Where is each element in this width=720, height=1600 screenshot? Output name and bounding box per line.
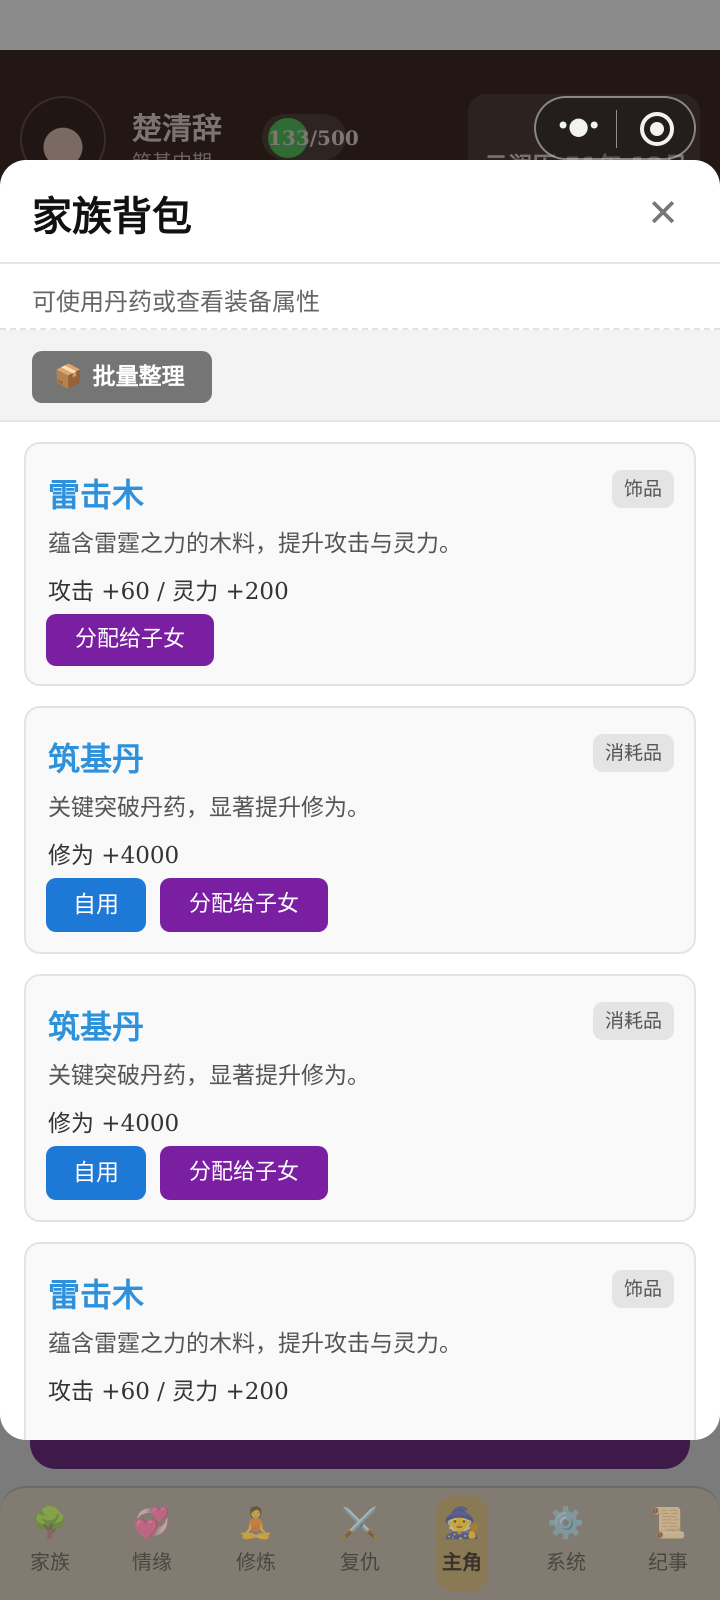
assign-to-child-button[interactable]: 分配给子女 bbox=[160, 878, 328, 932]
box-icon: 📦 bbox=[54, 364, 83, 390]
hp-value: 133/500 bbox=[268, 126, 359, 150]
item-name: 筑基丹 bbox=[48, 740, 145, 778]
status-bar-area bbox=[0, 0, 720, 50]
close-program-icon[interactable] bbox=[640, 112, 674, 146]
use-self-button[interactable]: 自用 bbox=[46, 878, 146, 932]
item-description: 蕴含雷霆之力的木料，提升攻击与灵力。 bbox=[48, 1331, 462, 1357]
tree-icon: 🌳 bbox=[31, 1506, 69, 1541]
tab-label: 主角 bbox=[442, 1550, 482, 1574]
meditate-icon: 🧘 bbox=[237, 1506, 275, 1541]
tab-revenge[interactable]: ⚔️ 复仇 bbox=[320, 1506, 400, 1575]
assign-to-child-button[interactable]: 分配给子女 bbox=[46, 614, 214, 666]
item-type-badge: 消耗品 bbox=[592, 1002, 674, 1040]
item-name: 筑基丹 bbox=[48, 1008, 145, 1046]
item-stats: 攻击 +60 / 灵力 +200 bbox=[48, 1379, 289, 1405]
description-text: 可使用丹药或查看装备属性 bbox=[32, 288, 320, 316]
swords-icon: ⚔️ bbox=[341, 1506, 379, 1541]
item-stats: 修为 +4000 bbox=[48, 1111, 180, 1137]
hearts-icon: 💞 bbox=[133, 1506, 171, 1541]
batch-organize-button[interactable]: 📦 批量整理 bbox=[32, 351, 212, 403]
item-type-badge: 饰品 bbox=[611, 470, 674, 508]
tab-family[interactable]: 🌳 家族 bbox=[10, 1506, 90, 1575]
tab-label: 系统 bbox=[546, 1550, 586, 1574]
item-description: 蕴含雷霆之力的木料，提升攻击与灵力。 bbox=[48, 531, 462, 557]
item-name: 雷击木 bbox=[48, 1276, 145, 1314]
more-icon[interactable]: •●• bbox=[556, 112, 601, 140]
close-icon[interactable]: ✕ bbox=[638, 188, 688, 238]
use-self-button[interactable]: 自用 bbox=[46, 1146, 146, 1200]
item-description: 关键突破丹药，显著提升修为。 bbox=[48, 795, 370, 821]
capsule-divider bbox=[616, 110, 617, 148]
batch-organize-label: 批量整理 bbox=[92, 364, 185, 390]
tab-label: 情缘 bbox=[132, 1550, 172, 1574]
modal-description: 可使用丹药或查看装备属性 bbox=[0, 264, 720, 330]
tab-protagonist[interactable]: 🧙 主角 bbox=[436, 1496, 488, 1592]
wizard-icon: 🧙 bbox=[443, 1506, 481, 1541]
tab-label: 复仇 bbox=[340, 1550, 380, 1574]
item-description: 关键突破丹药，显著提升修为。 bbox=[48, 1063, 370, 1089]
inventory-item: 筑基丹 消耗品 关键突破丹药，显著提升修为。 修为 +4000 自用 分配给子女 bbox=[24, 706, 696, 954]
tab-label: 家族 bbox=[30, 1550, 70, 1574]
assign-to-child-button[interactable]: 分配给子女 bbox=[160, 1146, 328, 1200]
item-type-badge: 消耗品 bbox=[592, 734, 674, 772]
tab-label: 修炼 bbox=[236, 1550, 276, 1574]
gear-icon: ⚙️ bbox=[547, 1506, 585, 1541]
item-type-badge: 饰品 bbox=[611, 1270, 674, 1308]
modal-header: 家族背包 ✕ bbox=[0, 160, 720, 264]
tab-romance[interactable]: 💞 情缘 bbox=[112, 1506, 192, 1575]
character-name: 楚清辞 bbox=[132, 112, 222, 147]
tab-chronicle[interactable]: 📜 纪事 bbox=[628, 1506, 708, 1575]
tab-cultivate[interactable]: 🧘 修炼 bbox=[216, 1506, 296, 1575]
mini-program-capsule[interactable]: •●• bbox=[534, 96, 696, 160]
modal-toolbar: 📦 批量整理 bbox=[0, 330, 720, 422]
family-backpack-modal: 家族背包 ✕ 可使用丹药或查看装备属性 📦 批量整理 雷击木 饰品 蕴含雷霆之力的… bbox=[0, 160, 720, 1440]
tab-system[interactable]: ⚙️ 系统 bbox=[526, 1506, 606, 1575]
modal-title: 家族背包 bbox=[32, 194, 192, 240]
inventory-item: 筑基丹 消耗品 关键突破丹药，显著提升修为。 修为 +4000 自用 分配给子女 bbox=[24, 974, 696, 1222]
inventory-item: 雷击木 饰品 蕴含雷霆之力的木料，提升攻击与灵力。 攻击 +60 / 灵力 +2… bbox=[24, 1242, 696, 1440]
item-stats: 攻击 +60 / 灵力 +200 bbox=[48, 579, 289, 605]
tab-label: 纪事 bbox=[648, 1550, 688, 1574]
scroll-icon: 📜 bbox=[649, 1506, 687, 1541]
item-stats: 修为 +4000 bbox=[48, 843, 180, 869]
item-name: 雷击木 bbox=[48, 476, 145, 514]
inventory-item: 雷击木 饰品 蕴含雷霆之力的木料，提升攻击与灵力。 攻击 +60 / 灵力 +2… bbox=[24, 442, 696, 686]
